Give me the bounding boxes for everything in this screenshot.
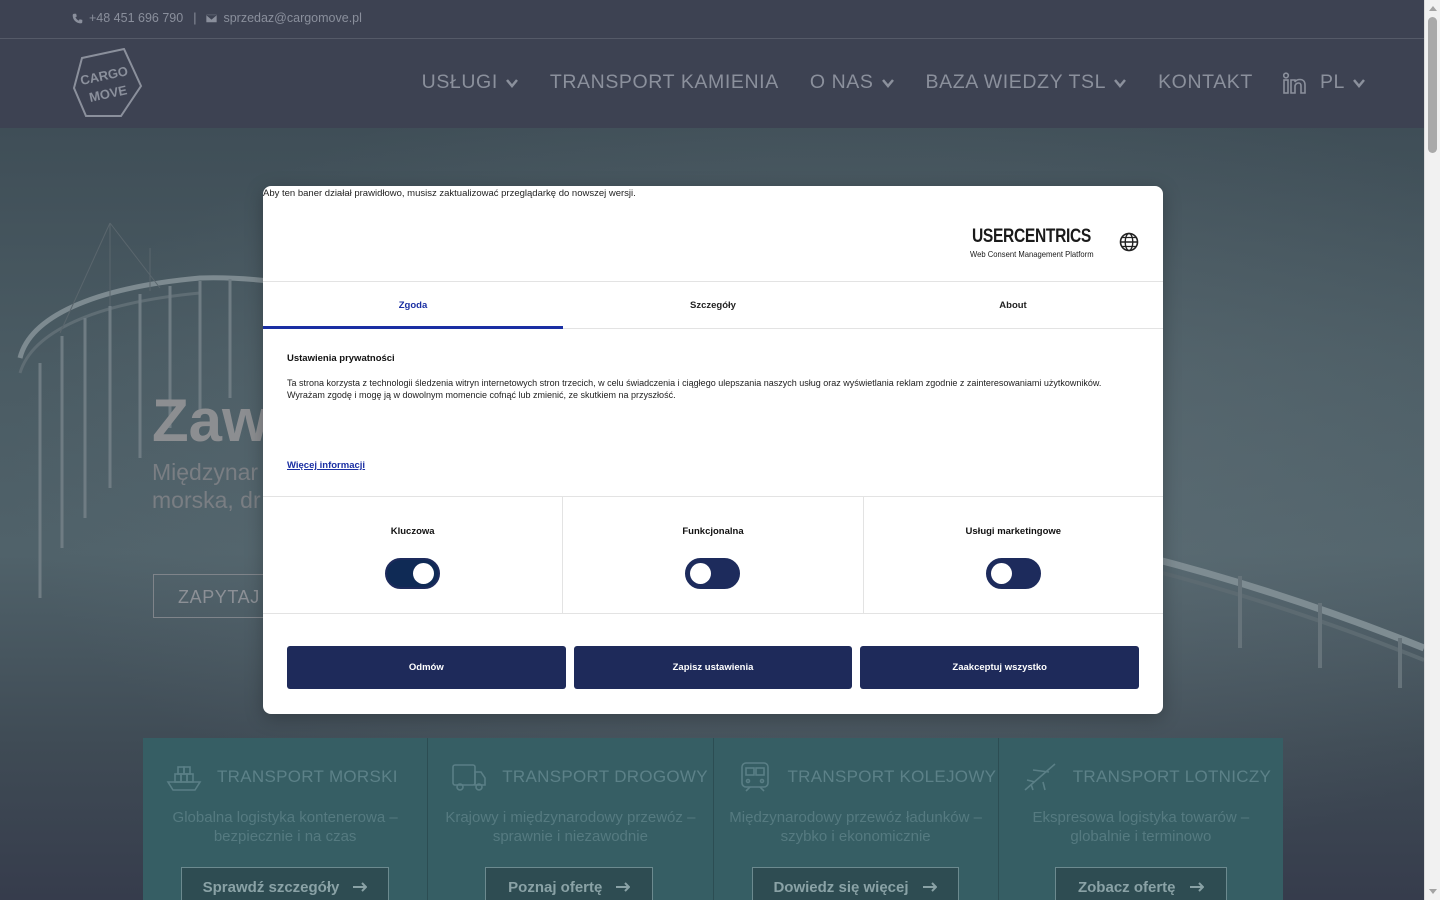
category-kluczowa: Kluczowa: [263, 497, 564, 613]
usercentrics-brand: USERCENTRICS Web Consent Management Plat…: [969, 226, 1107, 259]
nav-label-baza-wiedzy: BAZA WIEDZY TSL: [925, 71, 1107, 93]
toggle-funkcjonalna[interactable]: [685, 558, 741, 589]
card-description: Ekspresowa logistyka towarów – globalnie…: [1032, 809, 1250, 845]
phone-icon: [72, 13, 83, 23]
service-card-drogowy: TRANSPORT DROGOWY Krajowy i międzynarodo…: [428, 738, 714, 900]
card-title: TRANSPORT DROGOWY: [502, 767, 708, 786]
card-button-label: Sprawdź szczegóły: [202, 878, 340, 896]
category-uslugi-marketingowe: Usługi marketingowe: [864, 497, 1163, 613]
chevron-down-icon: [881, 78, 894, 88]
more-info-link[interactable]: Więcej informacji: [287, 460, 365, 471]
card-title: TRANSPORT MORSKI: [217, 767, 398, 786]
consent-categories: Kluczowa Funkcjonalna Usługi marketingow…: [263, 496, 1163, 614]
deny-button[interactable]: Odmów: [287, 646, 566, 689]
tab-szczegoly[interactable]: Szczegóły: [563, 282, 863, 328]
top-contact-bar: +48 451 696 790 | sprzedaz@cargomove.pl: [0, 0, 1424, 39]
card-button-lotniczy[interactable]: Zobacz ofertę: [1054, 867, 1227, 900]
save-settings-button[interactable]: Zapisz ustawienia: [573, 646, 853, 689]
card-button-label: Poznaj ofertę: [508, 878, 603, 896]
arrow-right-icon: [616, 882, 631, 892]
toggle-uslugi-marketingowe[interactable]: [985, 558, 1041, 589]
envelope-icon: [206, 13, 218, 23]
cookie-consent-dialog: Aby ten baner działał prawidłowo, musisz…: [263, 186, 1163, 714]
arrow-right-icon: [353, 882, 368, 892]
contact-separator: |: [193, 11, 197, 25]
privacy-description: Ta strona korzysta z technologii śledzen…: [287, 378, 1102, 400]
arrow-right-icon: [1189, 882, 1204, 892]
phone-link[interactable]: +48 451 696 790: [89, 11, 183, 25]
card-header: TRANSPORT KOLEJOWY: [736, 760, 997, 794]
card-button-label: Zobacz ofertę: [1077, 878, 1176, 896]
toggle-kluczowa[interactable]: [385, 558, 440, 589]
service-cards: TRANSPORT MORSKI Globalna logistyka kont…: [143, 738, 1283, 900]
privacy-settings-heading: Ustawienia prywatności: [287, 353, 395, 364]
consent-actions: Odmów Zapisz ustawienia Zaakceptuj wszys…: [287, 646, 1140, 689]
hero-title: Zaw: [152, 387, 269, 454]
consent-body: Ustawienia prywatności Ta strona korzyst…: [287, 353, 1139, 401]
browser-update-warning: Aby ten baner działał prawidłowo, musisz…: [263, 188, 636, 199]
tab-about[interactable]: About: [863, 282, 1163, 328]
card-title: TRANSPORT KOLEJOWY: [787, 767, 997, 786]
toggle-knob: [690, 563, 712, 584]
logo-text-move: MOVE: [88, 82, 129, 105]
chevron-down-icon: [1353, 78, 1365, 88]
nav-item-transport-kamienia[interactable]: TRANSPORT KAMIENIA: [550, 71, 779, 94]
card-header: TRANSPORT DROGOWY: [450, 760, 708, 794]
card-description: Międzynarodowy przewóz ładunków – szybko…: [729, 809, 982, 845]
brand-name: USERCENTRICS: [972, 226, 1091, 247]
scrollbar-thumb[interactable]: [1428, 17, 1437, 153]
card-button-label: Dowiedz się więcej: [773, 878, 909, 896]
nav-item-baza-wiedzy[interactable]: BAZA WIEDZY TSL: [926, 71, 1128, 94]
card-description: Krajowy i międzynarodowy przewóz – spraw…: [445, 809, 696, 845]
nav-item-uslugi[interactable]: USŁUGI: [422, 71, 519, 94]
card-button-morski[interactable]: Sprawdź szczegóły: [181, 867, 389, 900]
email-link[interactable]: sprzedaz@cargomove.pl: [223, 11, 361, 25]
nav-label-transport-kamienia: TRANSPORT KAMIENIA: [549, 71, 779, 93]
service-card-morski: TRANSPORT MORSKI Globalna logistyka kont…: [143, 738, 429, 900]
card-description: Globalna logistyka kontenerowa – bezpiec…: [172, 809, 398, 845]
service-card-kolejowy: TRANSPORT KOLEJOWY Międzynarodowy przewó…: [713, 738, 999, 900]
airplane-icon: [1024, 763, 1056, 791]
chevron-down-icon: [505, 78, 518, 88]
nav-label-kontakt: KONTAKT: [1158, 71, 1253, 93]
nav-item-kontakt[interactable]: KONTAKT: [1158, 71, 1253, 94]
card-header: TRANSPORT LOTNICZY: [1021, 760, 1271, 794]
brand-tagline: Web Consent Management Platform: [970, 249, 1094, 259]
ship-icon: [166, 766, 202, 791]
linkedin-icon[interactable]: [1282, 71, 1306, 94]
language-label: PL: [1319, 71, 1345, 93]
train-icon: [740, 762, 769, 792]
language-switcher[interactable]: PL: [1320, 71, 1366, 94]
truck-icon: [452, 764, 487, 791]
nav-item-o-nas[interactable]: O NAS: [810, 71, 895, 94]
page-scrollbar[interactable]: [1424, 0, 1440, 900]
card-header: TRANSPORT MORSKI: [165, 760, 398, 794]
nav-label-o-nas: O NAS: [809, 71, 874, 93]
card-button-drogowy[interactable]: Poznaj ofertę: [485, 867, 654, 900]
scroll-down-arrow-icon[interactable]: [1429, 889, 1437, 894]
chevron-down-icon: [1114, 78, 1127, 88]
scroll-up-arrow-icon[interactable]: [1429, 6, 1437, 11]
accept-all-button[interactable]: Zaakceptuj wszystko: [860, 646, 1140, 689]
site-header: CARGO MOVE USŁUGI TRANSPORT KAMIENIA O N…: [0, 39, 1424, 128]
nav-label-uslugi: USŁUGI: [421, 71, 498, 93]
category-funkcjonalna: Funkcjonalna: [563, 497, 864, 613]
globe-icon[interactable]: [1119, 232, 1139, 252]
contact-info: +48 451 696 790 | sprzedaz@cargomove.pl: [72, 11, 362, 25]
cargomove-logo[interactable]: CARGO MOVE: [72, 48, 143, 118]
category-label: Funkcjonalna: [682, 526, 744, 537]
main-nav: USŁUGI TRANSPORT KAMIENIA O NAS BAZA WIE…: [391, 71, 1366, 94]
tab-zgoda[interactable]: Zgoda: [263, 282, 563, 329]
consent-tabs: Zgoda Szczegóły About: [263, 281, 1163, 329]
arrow-right-icon: [922, 882, 937, 892]
card-title: TRANSPORT LOTNICZY: [1072, 767, 1272, 786]
toggle-knob: [990, 563, 1012, 584]
category-label: Kluczowa: [390, 526, 435, 537]
toggle-knob: [413, 563, 434, 584]
service-card-lotniczy: TRANSPORT LOTNICZY Ekspresowa logistyka …: [998, 738, 1283, 900]
category-label: Usługi marketingowe: [965, 526, 1062, 537]
card-button-kolejowy[interactable]: Dowiedz się więcej: [751, 867, 959, 900]
brand-row: USERCENTRICS: [969, 226, 1107, 248]
